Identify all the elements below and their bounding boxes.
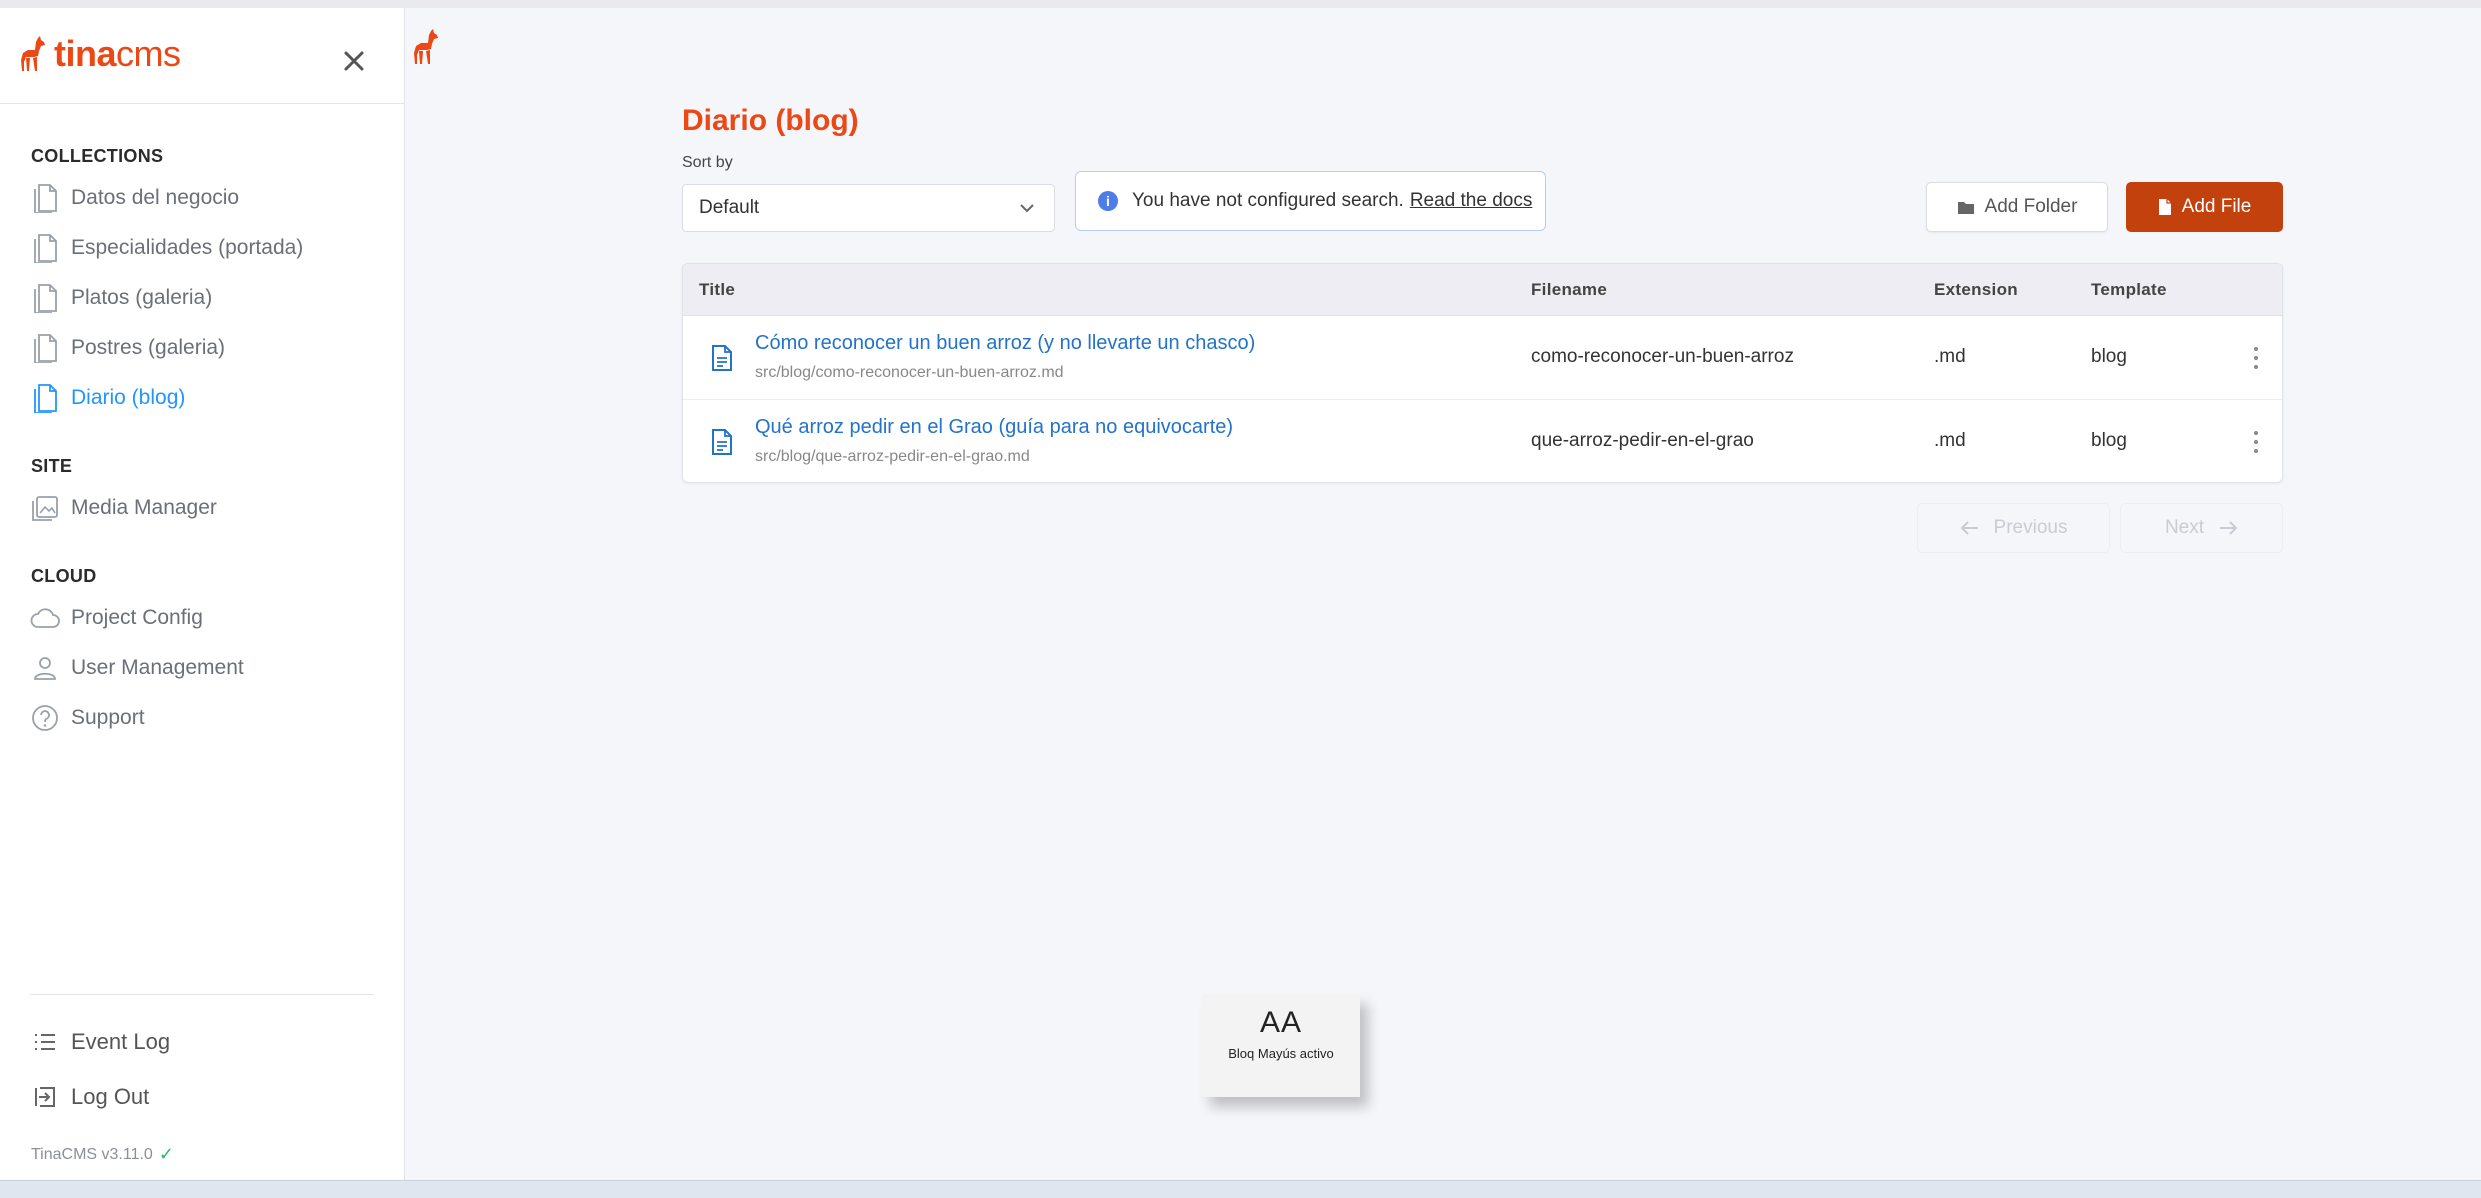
row-template: blog <box>2091 346 2127 367</box>
file-icon <box>2158 198 2172 216</box>
sort-label: Sort by <box>682 154 733 171</box>
kebab-icon <box>2254 347 2258 351</box>
document-icon <box>30 333 60 363</box>
column-header-title[interactable]: Title <box>699 264 735 316</box>
sidebar-item-diario-blog[interactable]: Diario (blog) <box>30 380 185 416</box>
document-icon <box>30 283 60 313</box>
document-icon <box>30 183 60 213</box>
sidebar-item-event-log[interactable]: Event Log <box>30 1024 170 1060</box>
section-collections: COLLECTIONS <box>31 146 164 166</box>
page-title: Diario (blog) <box>682 104 859 137</box>
sidebar-item-label: Platos (galeria) <box>71 286 213 309</box>
close-sidebar-button[interactable] <box>336 44 372 80</box>
caps-lock-icon: AA <box>1259 1006 1303 1039</box>
document-icon <box>30 383 60 413</box>
sidebar-item-postres[interactable]: Postres (galeria) <box>30 330 225 366</box>
column-header-template[interactable]: Template <box>2091 264 2167 316</box>
sidebar-item-support[interactable]: Support <box>30 700 145 736</box>
user-icon <box>30 653 60 683</box>
table-header: Title Filename Extension Template <box>683 264 2282 316</box>
sidebar: tinacms COLLECTIONS Datos del negocio Es… <box>0 8 405 1180</box>
table-row[interactable]: Qué arroz pedir en el Grao (guía para no… <box>683 400 2282 482</box>
section-site: SITE <box>31 456 73 476</box>
image-icon <box>30 493 60 523</box>
check-icon: ✓ <box>158 1144 174 1164</box>
chevron-down-icon <box>1020 204 1034 213</box>
add-folder-button[interactable]: Add Folder <box>1926 182 2108 232</box>
sidebar-item-label: Datos del negocio <box>71 186 240 209</box>
sidebar-item-label: Media Manager <box>71 496 217 519</box>
arrow-left-icon <box>1960 521 1978 535</box>
document-icon <box>712 345 732 371</box>
sidebar-divider <box>30 994 374 995</box>
column-header-filename[interactable]: Filename <box>1531 264 1607 316</box>
sidebar-item-label: User Management <box>71 656 244 679</box>
sidebar-item-label: Event Log <box>71 1029 171 1054</box>
row-filename: que-arroz-pedir-en-el-grao <box>1531 430 1754 451</box>
caps-lock-toast: AA Bloq Mayús activo <box>1202 994 1360 1097</box>
sidebar-item-label: Especialidades (portada) <box>71 236 304 259</box>
sidebar-item-especialidades[interactable]: Especialidades (portada) <box>30 230 303 266</box>
close-icon <box>344 51 364 71</box>
llama-icon[interactable] <box>413 26 443 73</box>
version-label: TinaCMS v3.11.0 ✓ <box>31 1144 174 1164</box>
row-path: src/blog/que-arroz-pedir-en-el-grao.md <box>755 448 1030 465</box>
row-filename: como-reconocer-un-buen-arroz <box>1531 346 1794 367</box>
add-file-button[interactable]: Add File <box>2126 182 2283 232</box>
row-menu-button[interactable] <box>2249 344 2263 372</box>
row-title-link[interactable]: Cómo reconocer un buen arroz (y no lleva… <box>755 332 1255 355</box>
sidebar-item-media-manager[interactable]: Media Manager <box>30 490 217 526</box>
table-row[interactable]: Cómo reconocer un buen arroz (y no lleva… <box>683 316 2282 400</box>
row-path: src/blog/como-reconocer-un-buen-arroz.md <box>755 364 1064 381</box>
sidebar-item-label: Diario (blog) <box>71 386 186 409</box>
documents-table: Title Filename Extension Template Cómo r… <box>682 263 2283 483</box>
search-notice-text: You have not configured search. <box>1132 190 1404 211</box>
column-header-extension[interactable]: Extension <box>1934 264 2018 316</box>
document-icon <box>712 429 732 455</box>
sidebar-item-label: Log Out <box>71 1084 150 1109</box>
next-page-button[interactable]: Next <box>2120 503 2283 553</box>
sidebar-header: tinacms <box>0 8 404 104</box>
row-template: blog <box>2091 430 2127 451</box>
read-the-docs-link[interactable]: Read the docs <box>1410 190 1533 212</box>
kebab-icon <box>2254 431 2258 435</box>
caps-lock-message: Bloq Mayús activo <box>1228 1046 1334 1061</box>
sort-value: Default <box>699 197 760 218</box>
sidebar-item-label: Project Config <box>71 606 203 629</box>
sidebar-item-label: Support <box>71 706 145 729</box>
browser-top-strip <box>0 0 2481 8</box>
logout-icon <box>30 1082 60 1112</box>
help-icon <box>30 703 60 733</box>
sidebar-item-platos[interactable]: Platos (galeria) <box>30 280 212 316</box>
search-notice: i You have not configured search. Read t… <box>1075 171 1546 231</box>
arrow-right-icon <box>2220 521 2238 535</box>
folder-icon <box>1957 200 1975 215</box>
sidebar-item-project-config[interactable]: Project Config <box>30 600 203 636</box>
os-taskbar <box>0 1180 2481 1198</box>
sidebar-item-user-management[interactable]: User Management <box>30 650 244 686</box>
row-extension: .md <box>1934 430 1966 451</box>
sort-select[interactable]: Default <box>682 184 1055 232</box>
row-extension: .md <box>1934 346 1966 367</box>
sidebar-item-label: Postres (galeria) <box>71 336 226 359</box>
row-menu-button[interactable] <box>2249 428 2263 456</box>
cloud-icon <box>30 603 60 633</box>
row-title-link[interactable]: Qué arroz pedir en el Grao (guía para no… <box>755 416 1233 439</box>
document-icon <box>30 233 60 263</box>
list-icon <box>30 1027 60 1057</box>
sidebar-item-datos-del-negocio[interactable]: Datos del negocio <box>30 180 239 216</box>
previous-page-button[interactable]: Previous <box>1917 503 2110 553</box>
tinacms-logo: tinacms <box>20 36 181 72</box>
info-icon: i <box>1098 191 1118 211</box>
logo-text: tinacms <box>54 33 181 74</box>
section-cloud: CLOUD <box>31 566 97 586</box>
llama-icon <box>21 36 45 71</box>
sidebar-item-log-out[interactable]: Log Out <box>30 1079 149 1115</box>
